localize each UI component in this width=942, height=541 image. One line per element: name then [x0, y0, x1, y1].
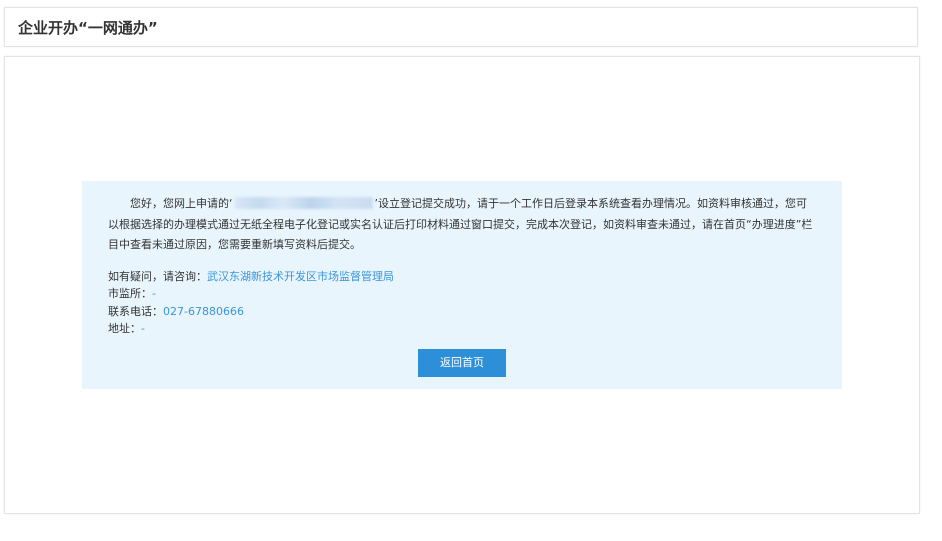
- phone-row: 联系电话：027-67880666: [108, 303, 816, 321]
- message-prefix: 您好，您网上申请的‘: [130, 197, 233, 210]
- address-value: -: [141, 322, 145, 335]
- office-label: 市监所：: [108, 287, 152, 300]
- page-title: 企业开办“一网通办”: [18, 19, 158, 37]
- page-header: 企业开办“一网通办”: [4, 7, 918, 47]
- office-value: -: [152, 287, 156, 300]
- phone-value: 027-67880666: [163, 304, 244, 318]
- phone-label: 联系电话：: [108, 304, 163, 318]
- contact-info: 如有疑问，请咨询：武汉东湖新技术开发区市场监督管理局 市监所：- 联系电话：02…: [108, 268, 816, 338]
- office-row: 市监所：-: [108, 285, 816, 303]
- notice-message: 您好，您网上申请的‘ ’设立登记提交成功，请于一个工作日后登录本系统查看办理情况。…: [108, 194, 816, 256]
- return-home-button[interactable]: 返回首页: [418, 349, 506, 377]
- inquiry-row: 如有疑问，请咨询：武汉东湖新技术开发区市场监督管理局: [108, 268, 816, 286]
- success-notice: 您好，您网上申请的‘ ’设立登记提交成功，请于一个工作日后登录本系统查看办理情况。…: [82, 181, 842, 389]
- address-label: 地址：: [108, 322, 141, 335]
- inquiry-label: 如有疑问，请咨询：: [108, 269, 207, 283]
- inquiry-value: 武汉东湖新技术开发区市场监督管理局: [207, 269, 394, 283]
- address-row: 地址：-: [108, 320, 816, 338]
- redacted-company-name: [234, 197, 373, 209]
